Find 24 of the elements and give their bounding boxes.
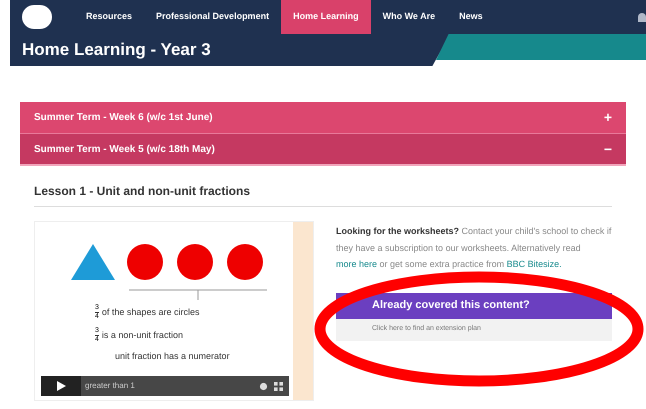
info-paragraph: Looking for the worksheets? Contact your child's school to check if they have a subscription to our worksheets. Alternatively read more here or get some extra practice from BBC Bitesize. — [336, 225, 612, 271]
accordion-label: Summer Term - Week 5 (w/c 18th May) — [34, 142, 215, 156]
nav-link[interactable]: News — [447, 0, 495, 34]
nav-link[interactable]: Professional Development — [144, 0, 282, 34]
play-button[interactable] — [41, 376, 81, 396]
accordion-label: Summer Term - Week 6 (w/c 1st June) — [34, 111, 213, 125]
toggle-icon[interactable]: − — [604, 138, 612, 160]
slide-text: is a non-unit fraction — [102, 328, 183, 342]
more-link[interactable]: more here — [336, 259, 378, 269]
slide-text: greater than 1 — [85, 380, 135, 392]
slide-text: unit fraction has a numerator — [115, 350, 230, 363]
page-title: Home Learning - Year 3 — [22, 39, 211, 62]
toggle-icon[interactable]: + — [604, 107, 612, 128]
slide-text: of the shapes are circles — [102, 306, 200, 319]
fullscreen-icon[interactable] — [274, 382, 283, 390]
nav-link[interactable]: Home Learning — [281, 0, 371, 34]
bitesize-link[interactable]: BBC Bitesize. — [506, 259, 562, 269]
settings-icon[interactable] — [259, 382, 268, 390]
nav-link[interactable]: Resources — [74, 0, 144, 34]
accordion-header[interactable]: Summer Term - Week 6 (w/c 1st June) + — [20, 102, 626, 134]
accordion-header[interactable]: Summer Term - Week 5 (w/c 18th May) − — [20, 134, 626, 166]
nav-link[interactable]: Who We Are — [370, 0, 448, 34]
lesson-title: Lesson 1 - Unit and non-unit fractions — [34, 182, 612, 207]
play-icon — [56, 381, 66, 391]
